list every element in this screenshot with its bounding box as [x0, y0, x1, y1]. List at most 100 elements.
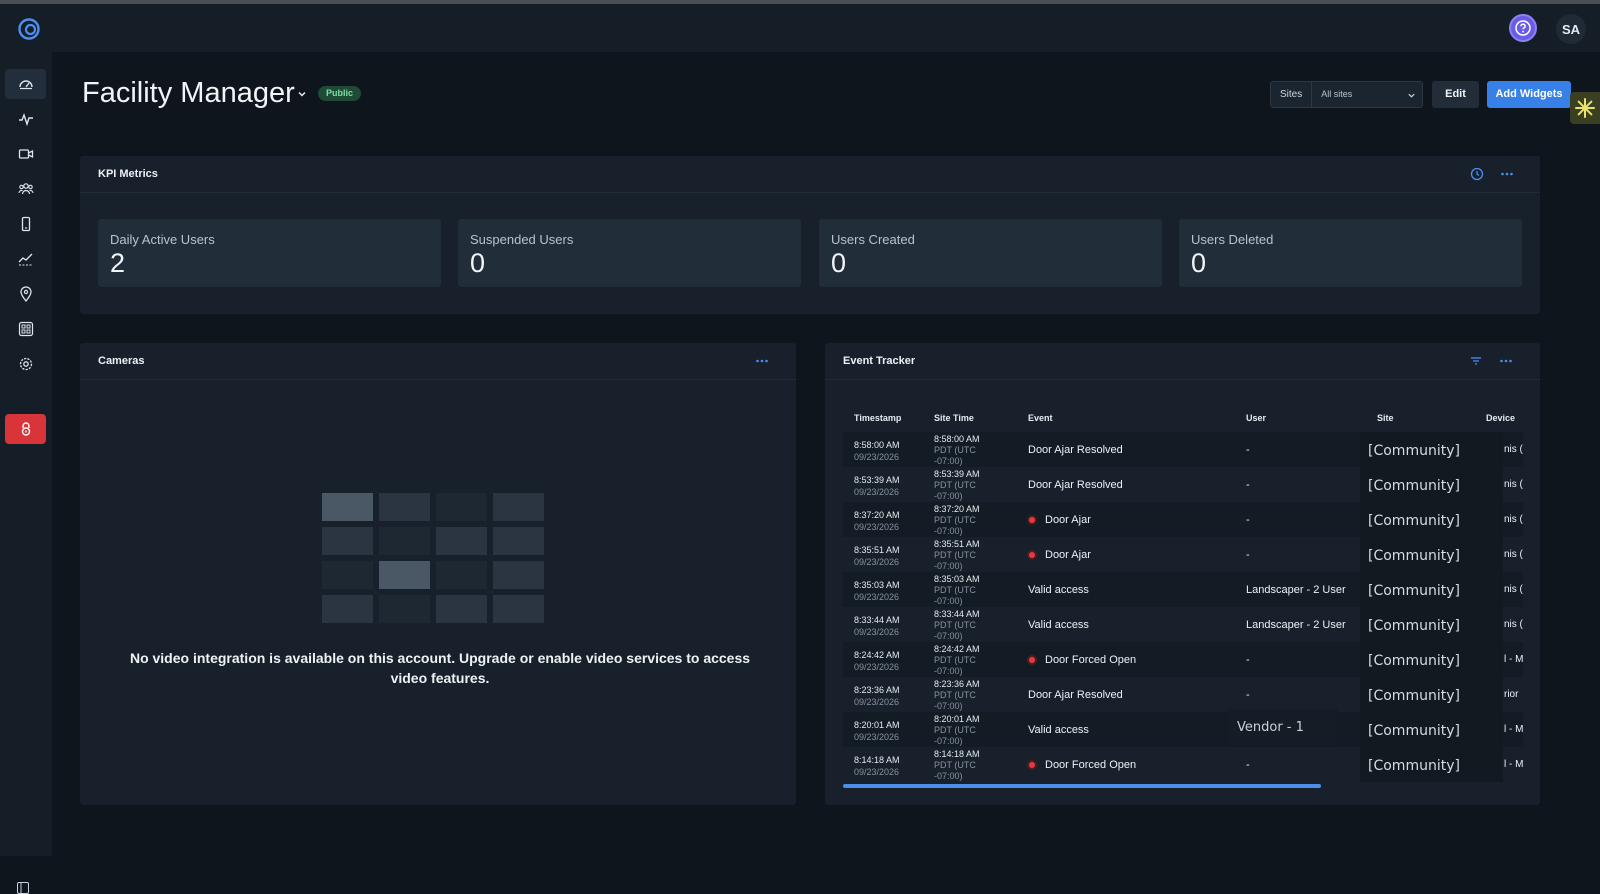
site-timezone-offset: -07:00) — [934, 456, 963, 466]
column-header-timestamp[interactable]: Timestamp — [854, 413, 901, 423]
event-site-text: [Community] — [1368, 513, 1460, 529]
sidebar-item-lockdown[interactable] — [5, 414, 46, 444]
event-device: nis ( — [1504, 619, 1523, 630]
event-site: [Community] — [1360, 432, 1503, 467]
table-row[interactable]: 8:35:03 AM 09/23/2026 8:35:03 AM PDT (UTC -0… — [843, 572, 1523, 607]
grid-cell — [379, 595, 430, 623]
users-icon — [17, 183, 34, 195]
chevron-down-icon[interactable] — [296, 88, 308, 100]
cameras-card-header: Cameras — [80, 343, 796, 380]
event-site-text: [Community] — [1368, 548, 1460, 564]
kpi-value: 0 — [1191, 248, 1207, 278]
help-button[interactable] — [1509, 14, 1537, 42]
sidebar-item-users[interactable] — [5, 174, 46, 204]
sidebar-item-settings[interactable] — [5, 349, 46, 379]
grid-cell — [322, 595, 373, 623]
table-row[interactable]: 8:58:00 AM 09/23/2026 8:58:00 AM PDT (UTC -0… — [843, 432, 1523, 467]
kpi-label: Daily Active Users — [110, 232, 215, 247]
event-site-text: [Community] — [1368, 723, 1460, 739]
site-timezone: PDT (UTC — [934, 445, 976, 455]
more-options-icon[interactable] — [1499, 354, 1513, 368]
sidebar-item-analytics[interactable] — [5, 244, 46, 274]
event-user: - — [1246, 479, 1250, 491]
grid-cell — [379, 493, 430, 521]
site-timezone: PDT (UTC — [934, 480, 976, 490]
site-time: 8:24:42 AM — [934, 644, 980, 654]
event-user: Landscaper - 2 User — [1246, 584, 1346, 596]
user-tooltip-text: Vendor - 1 — [1237, 720, 1304, 735]
site-time: 8:35:03 AM — [934, 574, 980, 584]
kpi-tile-suspended-users: Suspended Users 0 — [458, 219, 801, 287]
table-row[interactable]: 8:23:36 AM 09/23/2026 8:23:36 AM PDT (UTC -0… — [843, 677, 1523, 712]
timestamp-time: 8:33:44 AM — [854, 615, 900, 625]
more-options-icon[interactable] — [1500, 167, 1514, 181]
grid-cell — [322, 561, 373, 589]
top-bar: SA — [0, 4, 1600, 52]
column-header-site[interactable]: Site — [1377, 413, 1394, 423]
grid-cell — [379, 527, 430, 555]
event-name: Door Ajar Resolved — [1028, 479, 1123, 491]
sites-dropdown[interactable]: All sites — [1312, 82, 1423, 107]
sidebar-item-activity[interactable] — [5, 104, 46, 134]
event-user: - — [1246, 689, 1250, 701]
table-row[interactable]: 8:35:51 AM 09/23/2026 8:35:51 AM PDT (UTC -0… — [843, 537, 1523, 572]
visibility-badge: Public — [318, 86, 362, 101]
site-timezone-offset: -07:00) — [934, 771, 963, 781]
cameras-card: Cameras No video integration is availabl… — [80, 343, 796, 805]
table-row[interactable]: 8:24:42 AM 09/23/2026 8:24:42 AM PDT (UTC -0… — [843, 642, 1523, 677]
timestamp-date: 09/23/2026 — [854, 557, 900, 567]
table-row[interactable]: 8:37:20 AM 09/23/2026 8:37:20 AM PDT (UTC -0… — [843, 502, 1523, 537]
timestamp-date: 09/23/2026 — [854, 592, 900, 602]
grid-cell — [436, 595, 487, 623]
sidebar-item-apps[interactable] — [5, 314, 46, 344]
clock-icon[interactable] — [1470, 167, 1484, 181]
horizontal-scrollbar[interactable] — [843, 784, 1321, 788]
sidebar-item-video[interactable] — [5, 139, 46, 169]
event-device: nis ( — [1504, 584, 1523, 595]
filter-icon[interactable] — [1469, 354, 1483, 368]
grid-cell — [493, 493, 544, 521]
event-device: nis ( — [1504, 444, 1523, 455]
site-timezone-offset: -07:00) — [934, 526, 963, 536]
kpi-label: Users Created — [831, 232, 915, 247]
site-timezone-offset: -07:00) — [934, 561, 963, 571]
brand-logo-icon[interactable] — [17, 17, 41, 41]
table-row[interactable]: 8:53:39 AM 09/23/2026 8:53:39 AM PDT (UTC -0… — [843, 467, 1523, 502]
table-row[interactable]: 8:20:01 AM 09/23/2026 8:20:01 AM PDT (UTC -0… — [843, 712, 1523, 747]
kpi-label: Users Deleted — [1191, 232, 1274, 247]
edit-button[interactable]: Edit — [1432, 81, 1479, 108]
column-header-site-time[interactable]: Site Time — [934, 413, 974, 423]
column-header-event[interactable]: Event — [1028, 413, 1053, 423]
timestamp-time: 8:14:18 AM — [854, 755, 900, 765]
analytics-icon — [18, 253, 33, 266]
event-site-text: [Community] — [1368, 653, 1460, 669]
grid-cell — [436, 493, 487, 521]
column-header-user[interactable]: User — [1246, 413, 1266, 423]
column-header-device[interactable]: Device — [1486, 413, 1515, 423]
timestamp-date: 09/23/2026 — [854, 627, 900, 637]
event-site: [Community] — [1360, 537, 1503, 572]
more-options-icon[interactable] — [755, 354, 769, 368]
event-tracker-title: Event Tracker — [843, 355, 916, 367]
sites-dropdown-value: All sites — [1321, 89, 1353, 99]
sidebar-item-locations[interactable] — [5, 279, 46, 309]
user-avatar[interactable]: SA — [1556, 14, 1586, 44]
event-name: Door Ajar — [1045, 514, 1091, 526]
collapse-sidebar-icon[interactable] — [17, 882, 29, 894]
site-timezone: PDT (UTC — [934, 655, 976, 665]
sidebar-item-dashboard[interactable] — [5, 69, 46, 99]
event-device: nis ( — [1504, 549, 1523, 560]
event-site: [Community] — [1360, 502, 1503, 537]
user-tooltip: Vendor - 1 — [1228, 709, 1338, 745]
page-title: Facility Manager — [82, 77, 295, 109]
table-row[interactable]: 8:33:44 AM 09/23/2026 8:33:44 AM PDT (UTC -0… — [843, 607, 1523, 642]
event-site: [Community] — [1360, 467, 1503, 502]
table-row[interactable]: 8:14:18 AM 09/23/2026 8:14:18 AM PDT (UTC -0… — [843, 747, 1523, 782]
event-site-text: [Community] — [1368, 618, 1460, 634]
side-panel-tab[interactable] — [1570, 92, 1600, 124]
timestamp-time: 8:23:36 AM — [854, 685, 900, 695]
add-widgets-button[interactable]: Add Widgets — [1487, 81, 1571, 108]
timestamp-date: 09/23/2026 — [854, 697, 900, 707]
event-tracker-header: Event Tracker — [825, 343, 1540, 380]
sidebar-item-devices[interactable] — [5, 209, 46, 239]
